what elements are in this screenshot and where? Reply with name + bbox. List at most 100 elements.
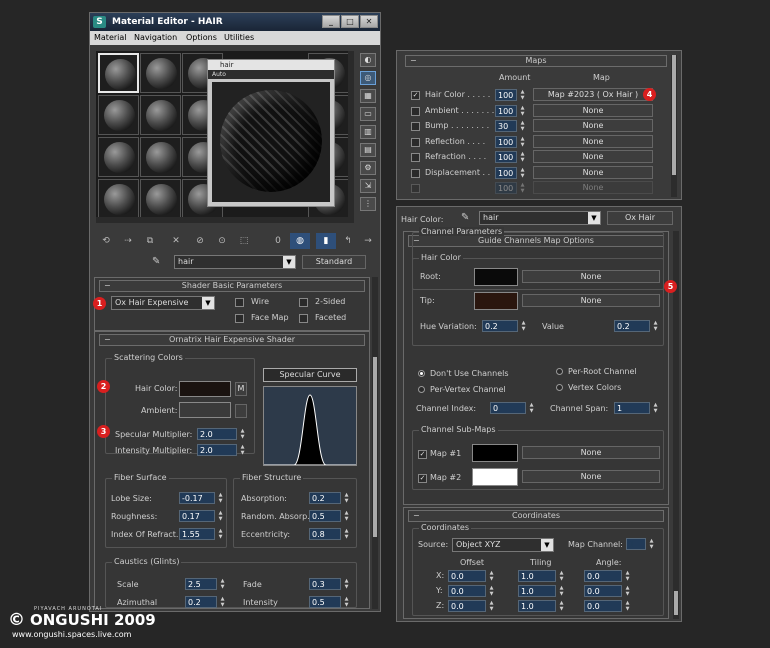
minimize-button[interactable]: _ xyxy=(322,15,340,28)
options-icon[interactable]: ⚙ xyxy=(360,161,376,175)
spinner-value[interactable]: 100 xyxy=(495,182,517,194)
coordinates-header[interactable]: − Coordinates xyxy=(408,510,664,522)
scrollbar-thumb[interactable] xyxy=(674,591,678,615)
spinner-value[interactable]: 0.0 xyxy=(584,600,622,612)
ambient-map-button[interactable] xyxy=(235,404,247,418)
scrollbar-thumb[interactable] xyxy=(672,55,676,175)
menu-navigation[interactable]: Navigation xyxy=(134,31,177,45)
spinner-value[interactable]: 0.5 xyxy=(309,510,341,522)
put-to-library-icon[interactable]: ⬚ xyxy=(234,233,254,249)
hair-preview-window[interactable]: hair Auto xyxy=(207,59,335,207)
spinner-arrows-icon[interactable]: ▲ ▼ xyxy=(342,492,351,504)
make-preview-icon[interactable]: ▤ xyxy=(360,143,376,157)
per-root-channel-radio[interactable] xyxy=(556,368,563,375)
spinner-arrows-icon[interactable]: ▲ ▼ xyxy=(218,596,227,608)
ornatrix-header[interactable]: − Ornatrix Hair Expensive Shader xyxy=(99,334,365,346)
slots-horizontal-scrollbar[interactable] xyxy=(96,217,348,223)
spinner-arrows-icon[interactable]: ▲ ▼ xyxy=(557,570,566,582)
material-name-field[interactable]: hair ▼ xyxy=(174,255,296,269)
scrollbar-thumb[interactable] xyxy=(373,357,377,537)
tiling-y-spinner[interactable]: 1.0 ▲ ▼ xyxy=(518,585,566,597)
fade-spinner[interactable]: 0.3 ▲ ▼ xyxy=(309,578,351,590)
spinner-value[interactable]: 100 xyxy=(495,166,517,179)
make-unique-icon[interactable]: ⊙ xyxy=(212,233,232,249)
two-sided-checkbox[interactable] xyxy=(299,298,308,307)
spinner-arrows-icon[interactable]: ▲ ▼ xyxy=(238,444,247,456)
spinner-value[interactable]: -0.17 xyxy=(179,492,215,504)
spinner-arrows-icon[interactable]: ▲ ▼ xyxy=(487,600,496,612)
sample-slot[interactable] xyxy=(140,179,181,219)
map-slot-button[interactable]: Map #2023 ( Ox Hair ) xyxy=(533,88,653,101)
spinner-value[interactable]: 0.8 xyxy=(309,528,341,540)
ox-hair-name-field[interactable]: hair ▼ xyxy=(479,211,601,225)
angle-y-spinner[interactable]: 0.0 ▲ ▼ xyxy=(584,585,632,597)
spinner-value[interactable]: 1.0 xyxy=(518,585,556,597)
eccentricity-spinner[interactable]: 0.8 ▲ ▼ xyxy=(309,528,351,540)
random-absorption-spinner[interactable]: 0.5 ▲ ▼ xyxy=(309,510,351,522)
per-vertex-channel-radio[interactable] xyxy=(418,386,425,393)
angle-z-spinner[interactable]: 0.0 ▲ ▼ xyxy=(584,600,632,612)
spinner-value[interactable]: 100 xyxy=(495,104,517,117)
map-enable-checkbox[interactable] xyxy=(411,184,420,193)
ox-hair-type-button[interactable]: Ox Hair xyxy=(607,211,673,225)
spinner-arrows-icon[interactable]: ▲ ▼ xyxy=(518,167,527,179)
spinner-value[interactable]: 0.0 xyxy=(584,585,622,597)
spinner-value[interactable]: 1.0 xyxy=(518,600,556,612)
lobe-size-spinner[interactable]: -0.17 ▲ ▼ xyxy=(179,492,225,504)
face-map-checkbox[interactable] xyxy=(235,314,244,323)
sample-slot[interactable] xyxy=(140,137,181,177)
value-spinner[interactable]: 0.2 ▲ ▼ xyxy=(614,320,660,332)
dont-use-channels-radio[interactable] xyxy=(418,370,425,377)
assign-material-icon[interactable]: ⧉ xyxy=(140,233,160,249)
scale-spinner[interactable]: 2.5 ▲ ▼ xyxy=(185,578,227,590)
spinner-value[interactable]: 2.0 xyxy=(197,444,237,456)
absorption-spinner[interactable]: 0.2 ▲ ▼ xyxy=(309,492,351,504)
spinner-value[interactable]: 0.17 xyxy=(179,510,215,522)
map-enable-checkbox[interactable] xyxy=(411,137,420,147)
maximize-button[interactable]: □ xyxy=(341,15,359,28)
tip-color-swatch[interactable] xyxy=(474,292,518,310)
map-slot-button[interactable]: None xyxy=(533,134,653,148)
map-enable-checkbox[interactable] xyxy=(411,153,420,162)
spinner-arrows-icon[interactable]: ▲ ▼ xyxy=(518,120,527,132)
hair-color-swatch[interactable] xyxy=(179,381,231,397)
map-amount-spinner[interactable]: 100 ▲ ▼ xyxy=(495,89,527,101)
roughness-spinner[interactable]: 0.17 ▲ ▼ xyxy=(179,510,225,522)
spinner-arrows-icon[interactable]: ▲ ▼ xyxy=(487,570,496,582)
spinner-arrows-icon[interactable]: ▲ ▼ xyxy=(527,402,536,414)
intensity-multiplier-spinner[interactable]: 2.0 ▲ ▼ xyxy=(197,444,247,456)
spinner-arrows-icon[interactable]: ▲ ▼ xyxy=(518,136,527,148)
copy-material-icon[interactable]: ⊘ xyxy=(190,233,210,249)
offset-y-spinner[interactable]: 0.0 ▲ ▼ xyxy=(448,585,496,597)
spinner-value[interactable]: 2.5 xyxy=(185,578,217,590)
spinner-value[interactable]: 0.2 xyxy=(482,320,518,332)
spinner-arrows-icon[interactable]: ▲ ▼ xyxy=(623,600,632,612)
spinner-value[interactable]: 100 xyxy=(495,151,517,163)
spinner-arrows-icon[interactable]: ▲ ▼ xyxy=(487,585,496,597)
background-checker-icon[interactable]: ▦ xyxy=(360,89,376,103)
hair-color-map-button[interactable]: M xyxy=(235,382,247,396)
spinner-arrows-icon[interactable]: ▲ ▼ xyxy=(518,89,527,101)
sample-type-icon[interactable]: ◐ xyxy=(360,53,376,67)
spinner-value[interactable]: 0.0 xyxy=(448,600,486,612)
spinner-arrows-icon[interactable]: ▲ ▼ xyxy=(342,596,351,608)
tiling-x-spinner[interactable]: 1.0 ▲ ▼ xyxy=(518,570,566,582)
spinner-arrows-icon[interactable]: ▲ ▼ xyxy=(651,402,660,414)
map-enable-checkbox[interactable] xyxy=(411,122,420,131)
tiling-z-spinner[interactable]: 1.0 ▲ ▼ xyxy=(518,600,566,612)
close-button[interactable]: ✕ xyxy=(360,15,378,28)
spinner-arrows-icon[interactable]: ▲ ▼ xyxy=(518,182,527,194)
preview-auto-toggle[interactable]: Auto xyxy=(208,70,334,79)
spinner-value[interactable]: 2.0 xyxy=(197,428,237,440)
sample-slot[interactable] xyxy=(98,53,139,93)
uv-tiling-icon[interactable]: ▭ xyxy=(360,107,376,121)
menu-utilities[interactable]: Utilities xyxy=(224,31,254,45)
video-color-check-icon[interactable]: ▥ xyxy=(360,125,376,139)
sample-slot[interactable] xyxy=(98,95,139,135)
spinner-value[interactable]: 100 xyxy=(495,135,517,148)
get-material-icon[interactable]: ⟲ xyxy=(96,233,116,249)
go-to-parent-icon[interactable]: ↰ xyxy=(338,233,358,249)
spinner-value[interactable]: 1.55 xyxy=(179,528,215,540)
sample-slot[interactable] xyxy=(98,179,139,219)
spinner-value[interactable]: 30 xyxy=(495,120,517,132)
